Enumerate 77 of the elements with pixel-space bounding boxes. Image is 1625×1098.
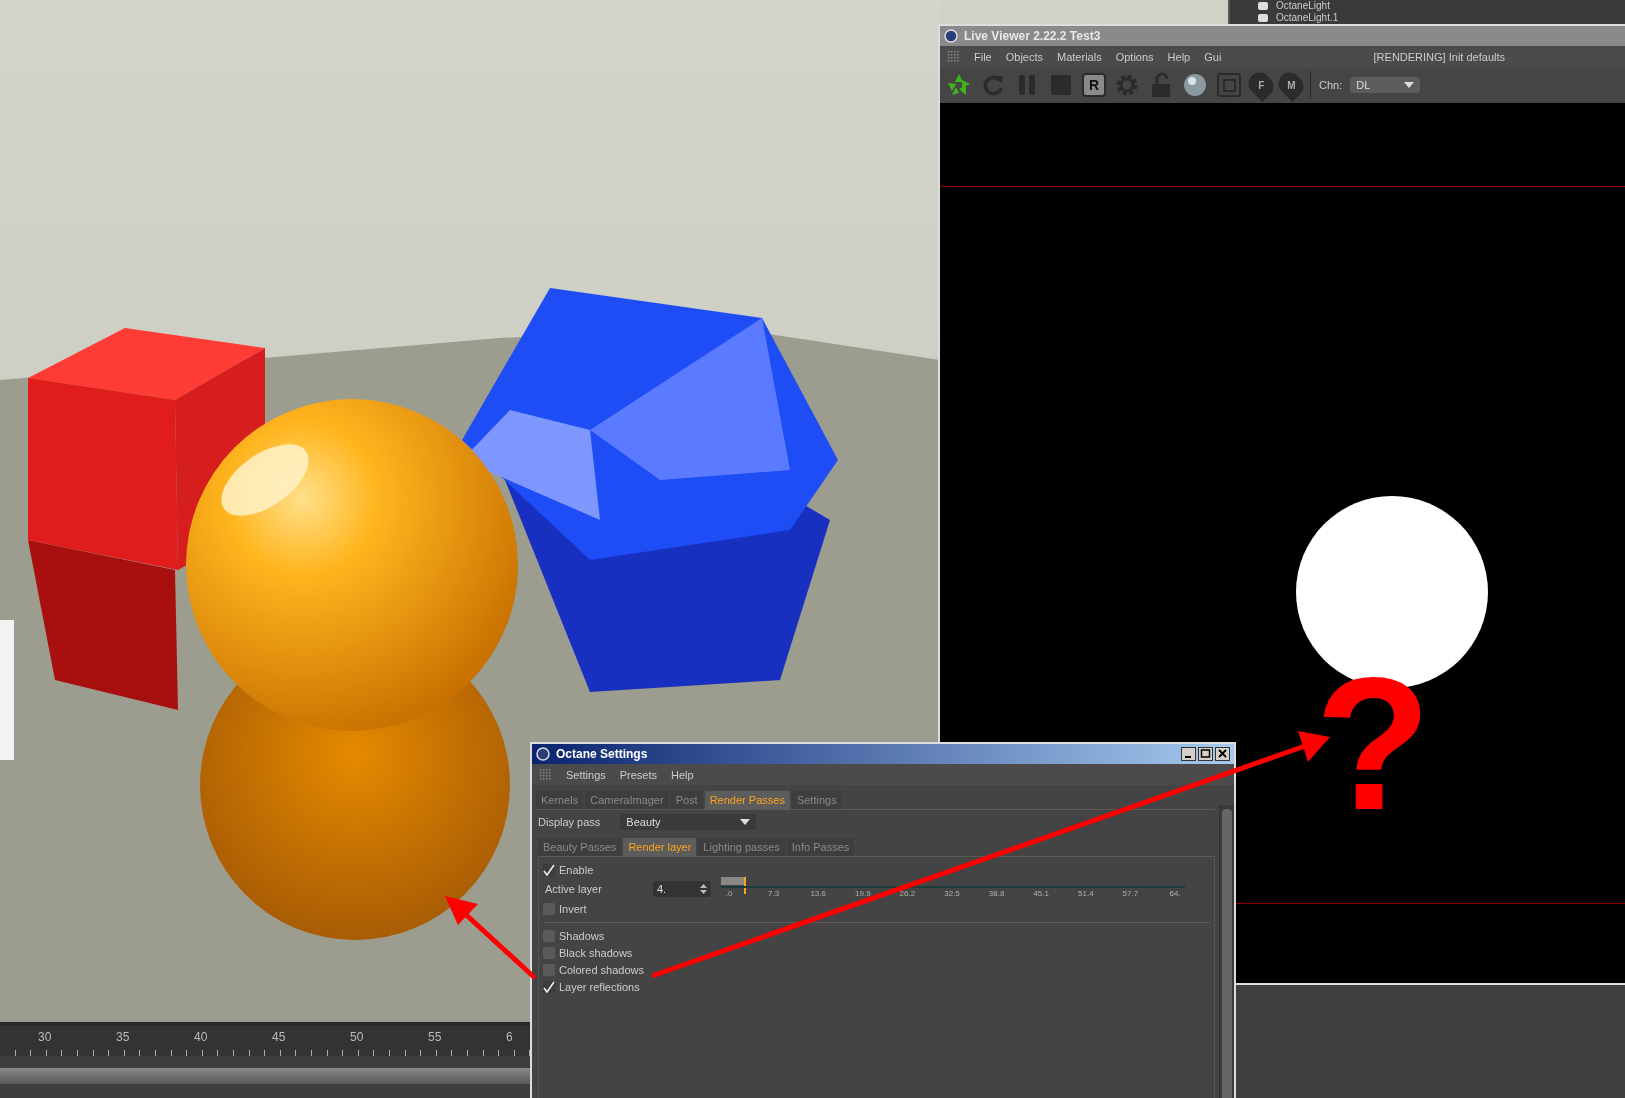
menu-item[interactable]: Help xyxy=(1167,50,1191,63)
tick-label: .0 xyxy=(725,889,733,899)
tab[interactable]: Beauty Passes xyxy=(538,838,622,856)
checkbox-label: Black shadows xyxy=(559,946,633,959)
menu-item[interactable]: Help xyxy=(671,768,694,781)
menu-item[interactable]: Gui xyxy=(1204,50,1222,63)
checkbox-label: Colored shadows xyxy=(559,963,644,976)
menu-item[interactable]: File xyxy=(974,50,992,63)
checkbox[interactable] xyxy=(543,980,555,993)
checkbox[interactable] xyxy=(543,863,555,876)
frame-number: 35 xyxy=(116,1030,130,1044)
menu-item[interactable]: Options xyxy=(1115,50,1154,63)
tick-label: 13.6 xyxy=(810,889,826,899)
minimize-button[interactable] xyxy=(1181,747,1196,761)
frame-number: 55 xyxy=(428,1030,442,1044)
tick-label: 19.9 xyxy=(855,889,871,899)
frame-number: 30 xyxy=(38,1030,52,1044)
tick-label: 64. xyxy=(1169,889,1181,899)
checkbox-label: Shadows xyxy=(559,929,605,942)
render-status: [RENDERING] Init defaults xyxy=(1373,50,1505,63)
tab[interactable]: Lighting passes xyxy=(698,838,785,856)
tab[interactable]: Settings xyxy=(791,791,842,809)
frame-number: 6 xyxy=(506,1030,513,1044)
tab[interactable]: Render layer xyxy=(623,838,697,856)
tick-label: 32.5 xyxy=(944,889,960,899)
tab[interactable]: CameraImager xyxy=(585,791,669,809)
app-logo-icon xyxy=(944,29,958,43)
object-name[interactable]: OctaneLight.1 xyxy=(1276,12,1339,24)
tab[interactable]: Render Passes xyxy=(704,791,790,809)
grip-icon[interactable] xyxy=(540,768,552,781)
stop-icon[interactable] xyxy=(1048,72,1074,98)
checkbox-label: Enable xyxy=(559,863,594,876)
field-label: Display pass xyxy=(537,816,601,828)
display-pass-dropdown[interactable]: Beauty xyxy=(620,814,757,830)
menu-item[interactable]: Objects xyxy=(1005,50,1044,63)
window-title: Live Viewer 2.22.2 Test3 xyxy=(964,29,1101,43)
object-name[interactable]: OctaneLight xyxy=(1276,0,1330,12)
channel-label: Chn: xyxy=(1319,79,1343,91)
tick-label: 45.1 xyxy=(1033,889,1049,899)
maximize-button[interactable] xyxy=(1198,747,1213,761)
render-region-button[interactable]: R xyxy=(1082,73,1106,97)
frame-icon[interactable] xyxy=(1216,72,1242,98)
caret-icon xyxy=(1404,82,1415,88)
window-title: Octane Settings xyxy=(556,747,648,761)
question-mark-annotation: ? xyxy=(1315,648,1432,838)
aperture-icon[interactable] xyxy=(946,72,972,98)
menu-item[interactable]: Settings xyxy=(566,768,606,781)
tick-label: 38.8 xyxy=(988,889,1005,899)
layer-swatch-icon xyxy=(1258,2,1268,10)
slider-track[interactable]: .0 7.3 13.6 19.9 26.2 32.5 38.8 45.1 51.4 57.7 64. xyxy=(721,877,1185,901)
menu-item[interactable]: Materials xyxy=(1057,50,1102,63)
tick-label: 7.3 xyxy=(768,889,780,899)
tick-label: 51.4 xyxy=(1078,889,1094,899)
checkbox-label: Layer reflections xyxy=(559,980,640,993)
tick-label: 57.7 xyxy=(1122,889,1139,899)
checkbox-label: Invert xyxy=(559,902,587,915)
close-button[interactable] xyxy=(1215,747,1230,761)
frame-number: 40 xyxy=(194,1030,208,1044)
frame-number: 45 xyxy=(272,1030,286,1044)
menu-item[interactable]: Presets xyxy=(619,768,658,781)
channel-dropdown[interactable]: DL xyxy=(1350,77,1421,93)
tab[interactable]: Info Passes xyxy=(786,838,855,856)
frame-number: 50 xyxy=(350,1030,364,1044)
tab[interactable]: Post xyxy=(670,791,703,809)
layer-swatch-icon xyxy=(1258,14,1268,22)
caret-icon xyxy=(740,819,751,825)
app-logo-icon xyxy=(536,747,550,761)
number-field[interactable]: 4. xyxy=(653,881,711,897)
scrollbar[interactable] xyxy=(1219,805,1234,1098)
tick-label: 26.2 xyxy=(899,889,916,899)
timeline-ruler[interactable]: 30 35 40 45 50 55 6 xyxy=(0,1022,530,1098)
tab[interactable]: Kernels xyxy=(536,791,584,809)
material-ball-icon[interactable] xyxy=(1182,72,1208,98)
grip-icon[interactable] xyxy=(948,50,960,63)
field-label: Active layer xyxy=(544,883,603,895)
settings-icon[interactable] xyxy=(1114,72,1140,98)
spinner-icon xyxy=(700,884,707,894)
